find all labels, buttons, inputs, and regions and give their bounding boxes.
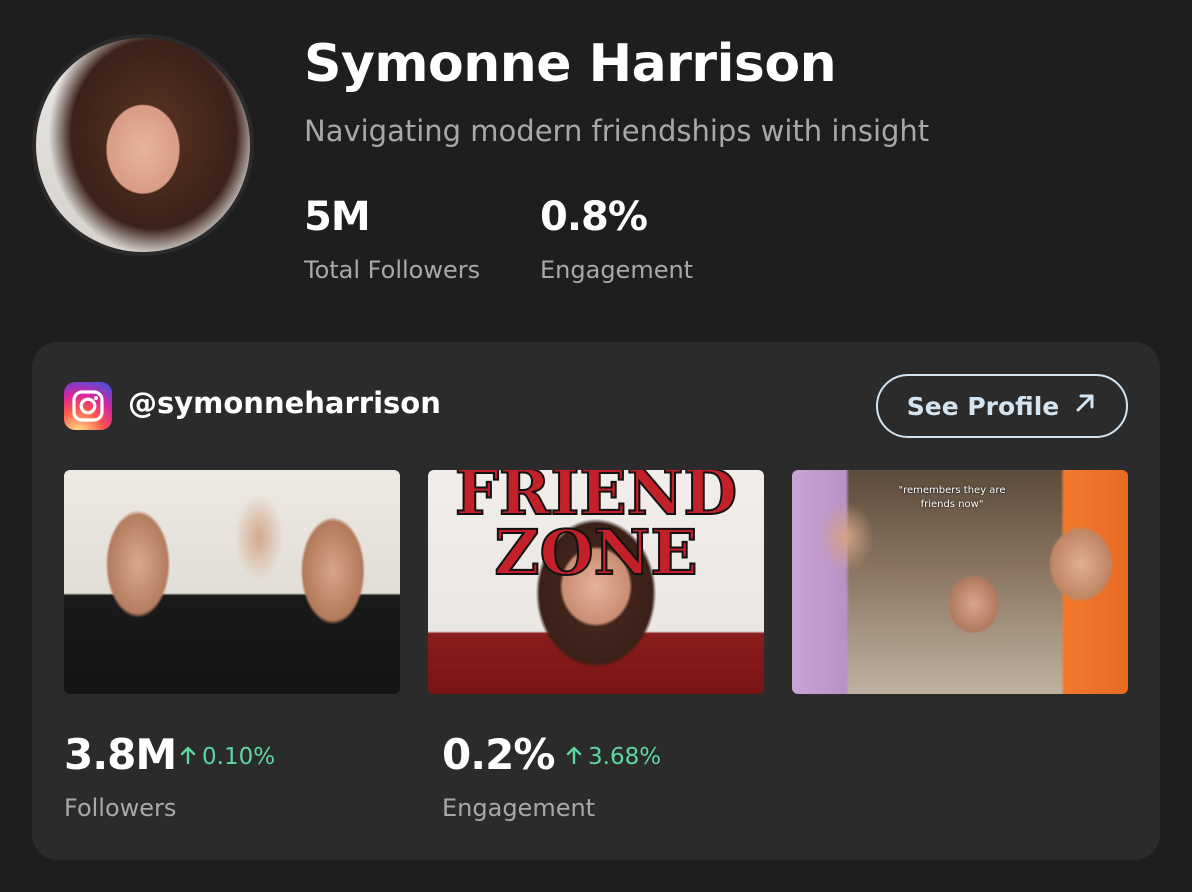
followers-change: 0.10%	[180, 744, 275, 770]
followers-metric-label: Followers	[64, 794, 177, 822]
engagement-change: 3.68%	[566, 744, 661, 770]
arrow-up-icon	[180, 744, 196, 770]
post-thumbnail-2[interactable]: FRIEND ZONE	[428, 470, 764, 694]
engagement-metric-label: Engagement	[442, 794, 596, 822]
engagement-label: Engagement	[540, 256, 694, 284]
arrow-up-icon	[566, 744, 582, 770]
creator-name: Symonne Harrison	[304, 34, 837, 94]
total-followers-value: 5M	[304, 194, 371, 240]
video-caption: "remembers they are friends now"	[898, 485, 1006, 510]
followers-change-value: 0.10%	[202, 744, 276, 770]
total-followers-label: Total Followers	[304, 256, 481, 284]
see-profile-label: See Profile	[906, 391, 1060, 421]
creator-tagline: Navigating modern friendships with insig…	[304, 114, 930, 148]
profile-avatar	[32, 34, 254, 256]
see-profile-button[interactable]: See Profile	[876, 374, 1128, 438]
engagement-metric-value: 0.2%	[442, 730, 555, 779]
arrow-up-right-icon	[1073, 391, 1097, 421]
instagram-icon	[64, 382, 112, 430]
engagement-change-value: 3.68%	[588, 744, 662, 770]
poster-title-line2: ZONE	[493, 515, 698, 590]
instagram-panel: @symonneharrison See Profile FRIEND ZONE…	[32, 342, 1160, 860]
engagement-value: 0.8%	[540, 194, 648, 240]
followers-metric-value: 3.8M	[64, 730, 177, 779]
creator-card: Symonne Harrison Navigating modern frien…	[0, 0, 1192, 892]
post-thumbnail-3[interactable]: "remembers they are friends now"	[792, 470, 1128, 694]
post-thumbnail-1[interactable]	[64, 470, 400, 694]
instagram-handle[interactable]: @symonneharrison	[128, 386, 441, 420]
